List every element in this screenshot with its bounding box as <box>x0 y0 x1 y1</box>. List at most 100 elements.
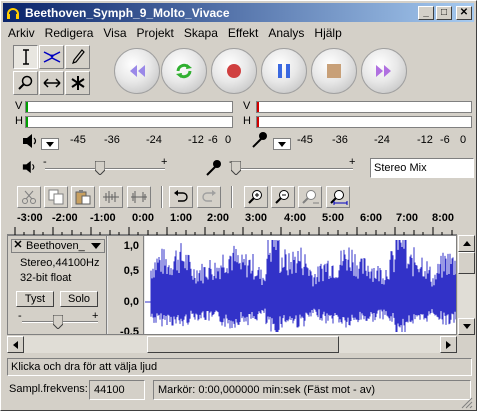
microphone-icon <box>252 132 267 148</box>
playback-scale-36: -36 <box>104 134 120 146</box>
scroll-right-button[interactable] <box>440 336 457 353</box>
menu-redigera[interactable]: Redigera <box>40 26 99 40</box>
track-name-menu[interactable]: Beethoven_ <box>11 239 105 253</box>
multi-tool[interactable] <box>65 71 90 95</box>
zoom-out-icon <box>275 190 289 204</box>
timeshift-tool[interactable] <box>39 71 64 95</box>
record-icon <box>227 64 241 78</box>
window-title: Beethoven_Symph_9_Molto_Vivace <box>25 5 230 20</box>
scroll-left-button[interactable] <box>7 336 24 353</box>
waveform[interactable] <box>145 236 457 335</box>
pencil-icon <box>71 49 85 64</box>
menu-bar: Arkiv Redigera Visa Projekt Skapa Effekt… <box>3 23 474 42</box>
resize-grip-icon[interactable] <box>461 397 473 409</box>
ruler-minor-ticks <box>14 227 453 235</box>
arrow-down-icon <box>462 324 471 329</box>
menu-projekt[interactable]: Projekt <box>132 26 179 40</box>
magnifier-icon <box>17 75 32 90</box>
vertical-scrollbar[interactable] <box>458 235 475 335</box>
track-menu-arrow-icon <box>91 243 101 249</box>
ruler-tick: 1:00 <box>170 212 193 224</box>
menu-effekt[interactable]: Effekt <box>223 26 263 40</box>
scroll-up-button[interactable] <box>458 235 475 252</box>
output-volume-slider[interactable] <box>45 168 165 170</box>
close-button[interactable]: ✕ <box>456 5 472 20</box>
selection-tool[interactable] <box>13 45 38 69</box>
track-name: Beethoven_ <box>26 240 85 252</box>
undo-icon <box>174 190 188 202</box>
pause-button[interactable] <box>261 48 307 94</box>
menu-hjalp[interactable]: Hjälp <box>309 26 346 40</box>
dropdown-arrow-icon <box>278 142 286 147</box>
zoom-tool[interactable] <box>13 71 38 95</box>
playback-scale-12: -12 <box>188 134 204 146</box>
status-bar: Sampl.frekvens: 44100 Markör: 0:00,00000… <box>3 380 474 400</box>
record-scale-12: -12 <box>417 134 433 146</box>
fit-project-icon <box>330 190 348 205</box>
track-panel: Beethoven_ ✕ Stereo,44100Hz 32-bit float… <box>7 235 457 335</box>
dropdown-arrow-icon <box>46 142 54 147</box>
draw-tool[interactable] <box>65 45 90 69</box>
stop-button[interactable] <box>311 48 357 94</box>
scroll-down-button[interactable] <box>458 318 475 335</box>
sample-rate-label: Sampl.frekvens: <box>9 383 88 395</box>
ruler-tick: -3:00 <box>17 212 43 224</box>
fit-project-button[interactable] <box>326 186 350 208</box>
menu-skapa[interactable]: Skapa <box>179 26 223 40</box>
track-control-panel: Beethoven_ ✕ Stereo,44100Hz 32-bit float… <box>8 236 107 334</box>
envelope-tool[interactable] <box>39 45 64 69</box>
horizontal-scrollbar[interactable] <box>7 336 457 353</box>
record-meter-menu[interactable] <box>273 138 291 150</box>
output-slider-thumb[interactable] <box>95 161 105 175</box>
record-scale-24: -24 <box>374 134 390 146</box>
input-volume-slider[interactable] <box>231 168 353 170</box>
playback-left-bar <box>25 101 233 113</box>
ruler-tick: 5:00 <box>322 212 345 224</box>
output-volume-icon <box>22 160 35 174</box>
trim-button[interactable] <box>99 186 123 208</box>
redo-button[interactable] <box>197 186 221 208</box>
zoom-in-icon <box>248 190 262 204</box>
skip-to-start-button[interactable] <box>114 48 160 94</box>
paste-button[interactable] <box>71 186 95 208</box>
track-format-rate: Stereo,44100Hz <box>20 257 100 269</box>
minimize-button[interactable]: _ <box>418 5 434 20</box>
zoom-out-button[interactable] <box>271 186 295 208</box>
paste-icon <box>75 190 91 205</box>
horizontal-scroll-thumb[interactable] <box>147 336 339 353</box>
mute-button[interactable]: Tyst <box>16 291 54 307</box>
zoom-selection-icon <box>302 190 319 204</box>
zoom-in-button[interactable] <box>244 186 268 208</box>
menu-visa[interactable]: Visa <box>98 26 131 40</box>
sample-rate-field[interactable]: 44100 <box>89 380 145 400</box>
undo-button[interactable] <box>169 186 193 208</box>
playback-meter-menu[interactable] <box>41 138 59 150</box>
ruler-tick: 8:00 <box>432 212 455 224</box>
cursor-position: Markör: 0:00,000000 min:sek (Fäst mot - … <box>153 380 471 400</box>
timeline-ruler[interactable]: -3:00 -2:00 -1:00 0:00 1:00 2:00 3:00 4:… <box>7 211 457 235</box>
skip-to-end-button[interactable] <box>361 48 407 94</box>
zoom-selection-button[interactable] <box>298 186 322 208</box>
menu-arkiv[interactable]: Arkiv <box>3 26 40 40</box>
vertical-scroll-thumb[interactable] <box>458 252 475 274</box>
play-button[interactable] <box>161 48 207 94</box>
solo-button[interactable]: Solo <box>60 291 98 307</box>
track-format-depth: 32-bit float <box>20 272 72 284</box>
gain-slider-thumb[interactable] <box>53 315 63 329</box>
pause-icon <box>278 64 290 78</box>
menu-analys[interactable]: Analys <box>263 26 309 40</box>
copy-button[interactable] <box>44 186 68 208</box>
app-headphones-icon <box>7 7 19 19</box>
track-close-button[interactable]: ✕ <box>12 240 24 252</box>
trim-icon <box>103 191 119 203</box>
track-close-icon: ✕ <box>13 239 23 251</box>
cut-button[interactable] <box>17 186 41 208</box>
input-source-select[interactable]: Stereo Mix <box>370 158 474 178</box>
ibeam-icon <box>22 49 29 65</box>
maximize-button[interactable]: □ <box>436 5 452 20</box>
input-slider-thumb[interactable] <box>231 161 241 175</box>
silence-button[interactable] <box>127 186 151 208</box>
record-button[interactable] <box>211 48 257 94</box>
amplitude-label: 0,0 <box>123 296 139 308</box>
playback-scale-0: 0 <box>225 134 232 146</box>
